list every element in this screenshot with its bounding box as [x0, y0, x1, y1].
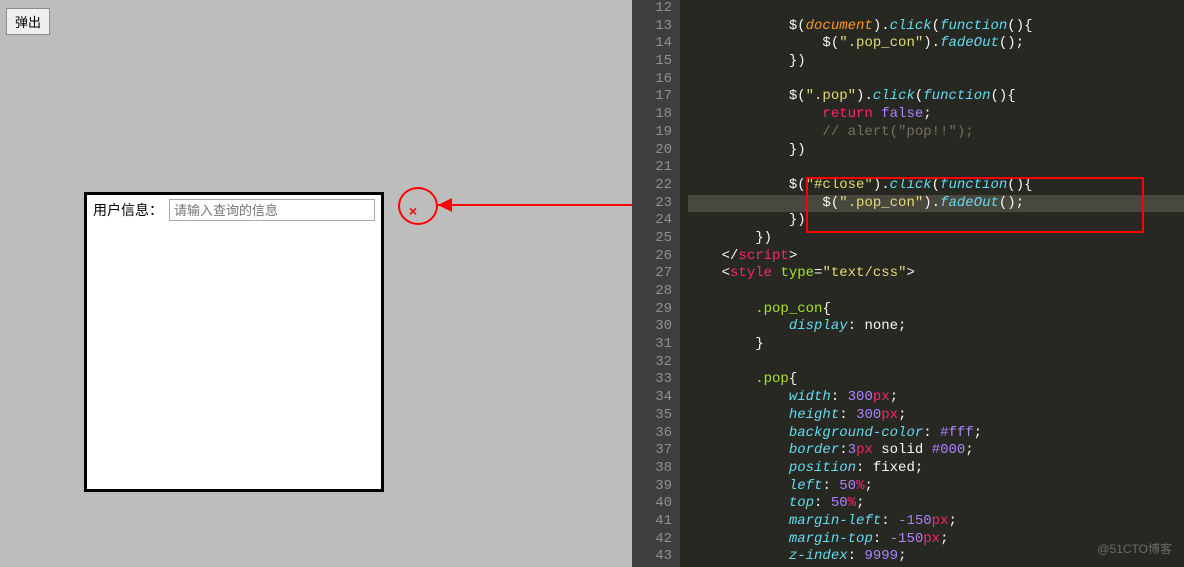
code-line[interactable]: [688, 159, 1184, 177]
line-number: 29: [632, 301, 672, 319]
line-number: 19: [632, 124, 672, 142]
line-number: 27: [632, 265, 672, 283]
line-number: 36: [632, 425, 672, 443]
code-line[interactable]: }): [688, 53, 1184, 71]
code-line[interactable]: [688, 283, 1184, 301]
code-line[interactable]: $(".pop").click(function(){: [688, 88, 1184, 106]
code-line[interactable]: $("#close").click(function(){: [688, 177, 1184, 195]
line-number: 28: [632, 283, 672, 301]
code-line[interactable]: [688, 71, 1184, 89]
close-icon[interactable]: ×: [409, 203, 417, 219]
line-number: 22: [632, 177, 672, 195]
line-number: 12: [632, 0, 672, 18]
code-line[interactable]: background-color: #fff;: [688, 425, 1184, 443]
code-line[interactable]: top: 50%;: [688, 495, 1184, 513]
code-line[interactable]: $(document).click(function(){: [688, 18, 1184, 36]
code-line[interactable]: return false;: [688, 106, 1184, 124]
code-line[interactable]: position: fixed;: [688, 460, 1184, 478]
line-number: 16: [632, 71, 672, 89]
code-line[interactable]: [688, 0, 1184, 18]
line-number: 30: [632, 318, 672, 336]
code-editor-pane[interactable]: 1213141516171819202122232425262728293031…: [632, 0, 1184, 567]
code-line[interactable]: <style type="text/css">: [688, 265, 1184, 283]
code-line[interactable]: $(".pop_con").fadeOut();: [688, 35, 1184, 53]
line-number: 21: [632, 159, 672, 177]
code-line[interactable]: }): [688, 230, 1184, 248]
code-line[interactable]: left: 50%;: [688, 478, 1184, 496]
popup-search-input[interactable]: [169, 199, 375, 221]
code-line[interactable]: border:3px solid #000;: [688, 442, 1184, 460]
line-number: 31: [632, 336, 672, 354]
line-number: 13: [632, 18, 672, 36]
code-line[interactable]: .pop{: [688, 371, 1184, 389]
code-line[interactable]: // alert("pop!!");: [688, 124, 1184, 142]
line-number: 20: [632, 142, 672, 160]
line-number: 25: [632, 230, 672, 248]
line-number: 42: [632, 531, 672, 549]
code-line[interactable]: }): [688, 212, 1184, 230]
line-number: 43: [632, 548, 672, 566]
code-line[interactable]: display: none;: [688, 318, 1184, 336]
code-line[interactable]: $(".pop_con").fadeOut();: [688, 195, 1184, 213]
open-popup-button[interactable]: 弹出: [6, 8, 50, 35]
annotation-circle: [398, 187, 438, 225]
code-line[interactable]: height: 300px;: [688, 407, 1184, 425]
line-number: 23: [632, 195, 672, 213]
render-preview-pane: 弹出 用户信息： ×: [0, 0, 632, 567]
line-number: 18: [632, 106, 672, 124]
line-number: 15: [632, 53, 672, 71]
line-number: 37: [632, 442, 672, 460]
code-content[interactable]: $(document).click(function(){ $(".pop_co…: [680, 0, 1184, 566]
code-line[interactable]: </script>: [688, 248, 1184, 266]
line-number: 17: [632, 88, 672, 106]
line-number: 34: [632, 389, 672, 407]
line-number: 38: [632, 460, 672, 478]
code-line[interactable]: [688, 354, 1184, 372]
code-line[interactable]: }: [688, 336, 1184, 354]
line-number: 40: [632, 495, 672, 513]
code-line[interactable]: width: 300px;: [688, 389, 1184, 407]
line-number-gutter: 1213141516171819202122232425262728293031…: [632, 0, 680, 567]
popup-label: 用户信息：: [93, 200, 163, 220]
line-number: 14: [632, 35, 672, 53]
line-number: 33: [632, 371, 672, 389]
line-number: 32: [632, 354, 672, 372]
popup-dialog: 用户信息： ×: [84, 192, 384, 492]
line-number: 26: [632, 248, 672, 266]
code-line[interactable]: margin-left: -150px;: [688, 513, 1184, 531]
line-number: 41: [632, 513, 672, 531]
code-line[interactable]: }): [688, 142, 1184, 160]
line-number: 24: [632, 212, 672, 230]
line-number: 39: [632, 478, 672, 496]
line-number: 35: [632, 407, 672, 425]
watermark: @51CTO博客: [1097, 541, 1172, 559]
code-line[interactable]: .pop_con{: [688, 301, 1184, 319]
